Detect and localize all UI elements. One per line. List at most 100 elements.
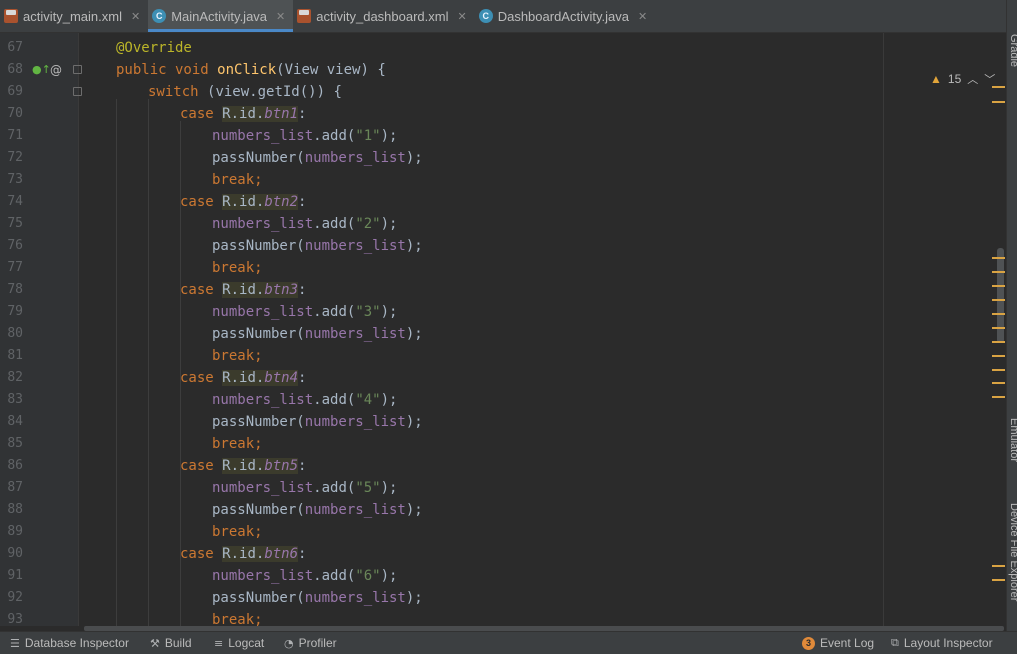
code-line[interactable]: 71 numbers_list.add("1");: [0, 125, 1006, 147]
code-line[interactable]: 82 case R.id.btn4:: [0, 367, 1006, 389]
code-token: R.id.: [222, 370, 265, 386]
chevron-up-icon[interactable]: ︿: [967, 71, 978, 87]
line-number: 75: [7, 216, 23, 231]
code-token: onClick: [217, 62, 277, 78]
emulator-tool-button[interactable]: Emulator: [1008, 418, 1017, 462]
tab-dashboardactivity-java[interactable]: C DashboardActivity.java ✕: [475, 0, 655, 32]
warning-stripe-mark[interactable]: [992, 257, 1005, 259]
close-icon[interactable]: ✕: [131, 10, 140, 23]
gauge-icon: ◔: [284, 636, 294, 650]
layout-inspector-button[interactable]: ⧉ Layout Inspector: [891, 632, 993, 654]
line-number: 79: [7, 304, 23, 319]
code-token: );: [380, 392, 398, 408]
code-line[interactable]: 81 break;: [0, 345, 1006, 367]
code-token: );: [405, 414, 423, 430]
tab-mainactivity-java[interactable]: C MainActivity.java ✕: [148, 0, 294, 32]
code-line[interactable]: 84 passNumber(numbers_list);: [0, 411, 1006, 433]
code-text: case R.id.btn4:: [180, 367, 306, 389]
code-text: passNumber(numbers_list);: [212, 235, 423, 257]
warning-stripe-mark[interactable]: [992, 327, 1005, 329]
code-token: .add(: [313, 128, 356, 144]
build-button[interactable]: ⚒ Build: [150, 632, 192, 654]
code-token: passNumber(: [212, 414, 305, 430]
code-token: :: [298, 546, 307, 562]
line-number: 69: [7, 84, 23, 99]
code-line[interactable]: 69 switch (view.getId()) {: [0, 81, 1006, 103]
code-token: :: [298, 370, 307, 386]
database-inspector-button[interactable]: ☰ Database Inspector: [10, 632, 129, 654]
line-number: 81: [7, 348, 23, 363]
code-line[interactable]: 88 passNumber(numbers_list);: [0, 499, 1006, 521]
close-icon[interactable]: ✕: [457, 10, 466, 23]
device-file-explorer-tool-button[interactable]: Device File Explorer: [1008, 503, 1017, 601]
profiler-button[interactable]: ◔ Profiler: [284, 632, 337, 654]
code-line[interactable]: 72 passNumber(numbers_list);: [0, 147, 1006, 169]
code-line[interactable]: 89 break;: [0, 521, 1006, 543]
code-line[interactable]: 83 numbers_list.add("4");: [0, 389, 1006, 411]
code-token: @Override: [116, 40, 192, 56]
code-token: passNumber(: [212, 150, 305, 166]
code-line[interactable]: 85 break;: [0, 433, 1006, 455]
warning-stripe-mark[interactable]: [992, 271, 1005, 273]
code-line[interactable]: 70 case R.id.btn1:: [0, 103, 1006, 125]
code-line[interactable]: 93 break;: [0, 609, 1006, 626]
xml-file-icon: [297, 9, 312, 23]
code-text: break;: [212, 257, 263, 279]
code-text: break;: [212, 169, 263, 191]
code-token: );: [380, 304, 398, 320]
code-text: case R.id.btn1:: [180, 103, 306, 125]
warning-stripe-mark[interactable]: [992, 299, 1005, 301]
tab-activity-main-xml[interactable]: activity_main.xml ✕: [0, 0, 148, 32]
close-icon[interactable]: ✕: [638, 10, 647, 23]
warning-stripe-mark[interactable]: [992, 565, 1005, 567]
code-token: numbers_list: [212, 216, 314, 232]
code-token: case: [180, 106, 223, 122]
code-line[interactable]: 90 case R.id.btn6:: [0, 543, 1006, 565]
inspection-widget[interactable]: ▲ 15 ︿ ﹀: [930, 71, 995, 87]
tool-label: Layout Inspector: [903, 636, 993, 650]
logcat-button[interactable]: ≡ Logcat: [214, 632, 264, 654]
code-line[interactable]: 74 case R.id.btn2:: [0, 191, 1006, 213]
code-token: .add(: [313, 568, 356, 584]
code-line[interactable]: 80 passNumber(numbers_list);: [0, 323, 1006, 345]
code-line[interactable]: 79 numbers_list.add("3");: [0, 301, 1006, 323]
code-line[interactable]: 75 numbers_list.add("2");: [0, 213, 1006, 235]
code-text: case R.id.btn5:: [180, 455, 306, 477]
warning-stripe-mark[interactable]: [992, 101, 1005, 103]
code-line[interactable]: 78 case R.id.btn3:: [0, 279, 1006, 301]
warning-stripe-mark[interactable]: [992, 86, 1005, 88]
code-token: btn1: [264, 106, 299, 122]
code-text: numbers_list.add("6");: [212, 565, 397, 587]
code-line[interactable]: 87 numbers_list.add("5");: [0, 477, 1006, 499]
code-line[interactable]: 86 case R.id.btn5:: [0, 455, 1006, 477]
code-token: passNumber(: [212, 502, 305, 518]
chevron-down-icon[interactable]: ﹀: [984, 71, 995, 87]
event-log-button[interactable]: 3 Event Log: [802, 632, 874, 654]
code-line[interactable]: 91 numbers_list.add("6");: [0, 565, 1006, 587]
warning-stripe-mark[interactable]: [992, 579, 1005, 581]
warning-stripe-mark[interactable]: [992, 396, 1005, 398]
line-number: 74: [7, 194, 23, 209]
warning-stripe-mark[interactable]: [992, 341, 1005, 343]
code-line[interactable]: 77 break;: [0, 257, 1006, 279]
code-text: numbers_list.add("1");: [212, 125, 397, 147]
line-number: 87: [7, 480, 23, 495]
code-line[interactable]: 68 public void onClick(View view) {: [0, 59, 1006, 81]
line-number: 92: [7, 590, 23, 605]
close-icon[interactable]: ✕: [276, 10, 285, 23]
gradle-tool-button[interactable]: Gradle: [1008, 34, 1017, 67]
warning-stripe-mark[interactable]: [992, 285, 1005, 287]
line-number: 93: [7, 612, 23, 626]
code-editor[interactable]: ●↑ @ 67 @Override 68 public void onClick(Vi…: [0, 33, 1006, 626]
code-line[interactable]: 73 break;: [0, 169, 1006, 191]
warning-stripe-mark[interactable]: [992, 382, 1005, 384]
code-text: break;: [212, 433, 263, 455]
warning-stripe-mark[interactable]: [992, 355, 1005, 357]
line-number: 67: [7, 40, 23, 55]
warning-stripe-mark[interactable]: [992, 313, 1005, 315]
code-line[interactable]: 76 passNumber(numbers_list);: [0, 235, 1006, 257]
code-line[interactable]: 92 passNumber(numbers_list);: [0, 587, 1006, 609]
warning-stripe-mark[interactable]: [992, 369, 1005, 371]
code-line[interactable]: 67 @Override: [0, 37, 1006, 59]
tab-activity-dashboard-xml[interactable]: activity_dashboard.xml ✕: [293, 0, 474, 32]
